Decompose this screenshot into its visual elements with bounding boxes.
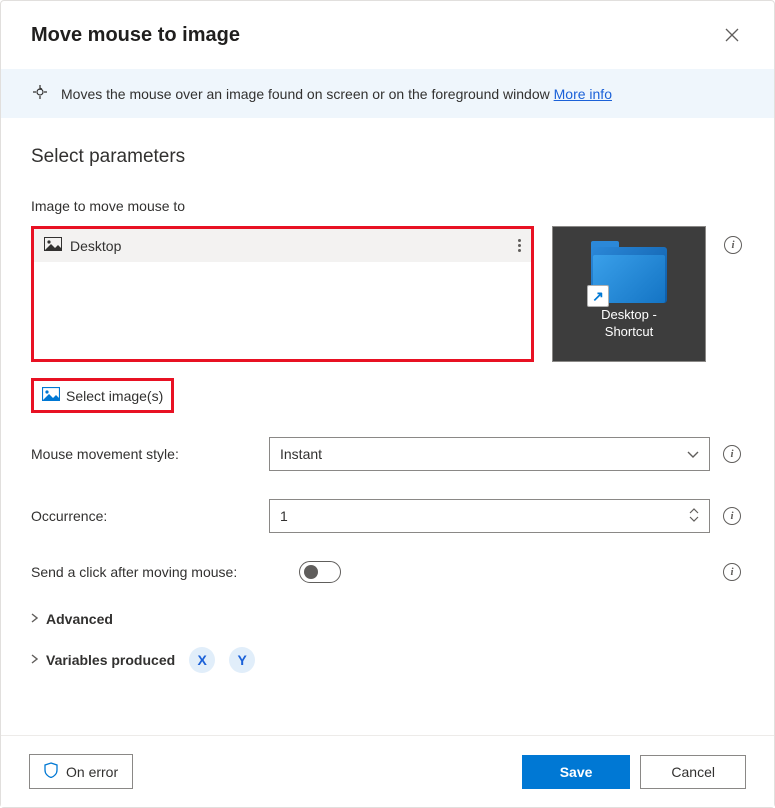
mouse-style-select[interactable]: Instant [269, 437, 710, 471]
occurrence-row: Occurrence: 1 i [31, 499, 744, 533]
spinner-down[interactable] [689, 516, 699, 524]
variables-label: Variables produced [46, 652, 175, 668]
image-item-menu-button[interactable] [518, 239, 521, 252]
info-icon[interactable]: i [723, 507, 741, 525]
select-images-label: Select image(s) [66, 388, 163, 404]
variables-expander[interactable]: Variables produced X Y [31, 647, 744, 673]
mouse-target-icon [31, 83, 49, 104]
mouse-style-row: Mouse movement style: Instant i [31, 437, 744, 471]
section-title: Select parameters [31, 146, 744, 168]
chevron-right-icon [31, 654, 38, 667]
chevron-right-icon [31, 613, 38, 626]
shortcut-arrow-icon: ↗ [587, 285, 609, 307]
on-error-button[interactable]: On error [29, 754, 133, 789]
info-icon[interactable]: i [723, 445, 741, 463]
image-item-content: Desktop [44, 237, 121, 254]
cancel-button[interactable]: Cancel [640, 755, 746, 789]
folder-icon: ↗ [591, 247, 667, 303]
info-banner-message: Moves the mouse over an image found on s… [61, 86, 554, 102]
image-list[interactable]: Desktop [31, 226, 534, 362]
content-area: Select parameters Image to move mouse to… [1, 118, 774, 735]
advanced-label: Advanced [46, 611, 113, 627]
preview-caption-line2: Shortcut [605, 324, 653, 339]
info-icon[interactable]: i [723, 563, 741, 581]
shield-icon [44, 762, 58, 781]
variable-x-pill[interactable]: X [189, 647, 215, 673]
info-banner: Moves the mouse over an image found on s… [1, 69, 774, 118]
occurrence-input[interactable]: 1 [269, 499, 710, 533]
image-list-item[interactable]: Desktop [34, 229, 531, 262]
toggle-knob [304, 565, 318, 579]
chevron-down-icon [687, 446, 699, 462]
close-icon [725, 28, 739, 42]
send-click-label: Send a click after moving mouse: [31, 564, 289, 580]
folder-preview: ↗ Desktop - Shortcut [561, 247, 697, 341]
dialog-header: Move mouse to image [1, 1, 774, 57]
preview-caption-line1: Desktop - [601, 307, 657, 322]
send-click-toggle[interactable] [299, 561, 341, 583]
image-icon [44, 237, 62, 254]
dialog-title: Move mouse to image [31, 24, 240, 47]
image-selection-row: Desktop ↗ Desktop - [31, 226, 744, 362]
image-field-label: Image to move mouse to [31, 198, 744, 214]
image-icon [42, 387, 60, 404]
send-click-row: Send a click after moving mouse: i [31, 561, 744, 583]
image-info-col: i [724, 226, 744, 362]
image-item-name: Desktop [70, 238, 121, 254]
info-banner-text: Moves the mouse over an image found on s… [61, 86, 612, 102]
save-button[interactable]: Save [522, 755, 631, 789]
occurrence-value: 1 [280, 508, 288, 524]
spinner-up[interactable] [689, 508, 699, 516]
mouse-style-value: Instant [280, 446, 322, 462]
select-images-button[interactable]: Select image(s) [31, 378, 174, 413]
more-info-link[interactable]: More info [554, 86, 612, 102]
info-icon[interactable]: i [724, 236, 742, 254]
mouse-style-label: Mouse movement style: [31, 446, 259, 462]
footer-actions: Save Cancel [522, 755, 746, 789]
image-preview: ↗ Desktop - Shortcut [552, 226, 706, 362]
variable-y-pill[interactable]: Y [229, 647, 255, 673]
on-error-label: On error [66, 764, 118, 780]
spinner [689, 508, 699, 524]
dialog: Move mouse to image Moves the mouse over… [0, 0, 775, 808]
dialog-footer: On error Save Cancel [1, 735, 774, 807]
close-button[interactable] [720, 23, 744, 47]
preview-caption: Desktop - Shortcut [601, 307, 657, 341]
advanced-expander[interactable]: Advanced [31, 611, 744, 627]
occurrence-label: Occurrence: [31, 508, 259, 524]
